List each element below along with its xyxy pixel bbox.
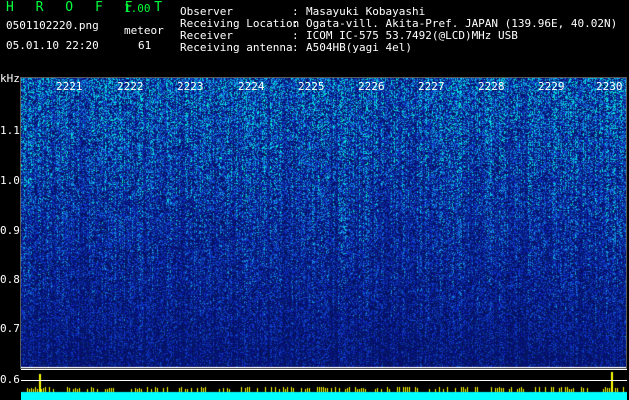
- y-tick-label-0-6: 0.6: [0, 373, 20, 386]
- y-tick-label-1-1: 1.1: [0, 124, 20, 137]
- time-tick-2229: 2229: [538, 80, 565, 93]
- time-tick-2228: 2228: [478, 80, 505, 93]
- time-tick-2221: 2221: [56, 80, 83, 93]
- hroffft-window: H R O F F T 1.00 0501102220.png meteor 0…: [0, 0, 629, 400]
- time-tick-2227: 2227: [418, 80, 445, 93]
- datetime-label: 05.01.10 22:20: [6, 39, 99, 52]
- time-tick-2225: 2225: [298, 80, 325, 93]
- y-tick-label-0-7: 0.7: [0, 322, 20, 335]
- app-version: 1.00: [124, 2, 151, 15]
- meteor-count-strip: [21, 370, 627, 400]
- spectrogram-canvas: [21, 78, 627, 368]
- y-axis-unit: kHz: [0, 72, 20, 85]
- y-tick-label-0-9: 0.9: [0, 224, 20, 237]
- strip-mid-line: [21, 380, 627, 381]
- time-tick-2230: 2230: [596, 80, 623, 93]
- meteor-count: 61: [138, 39, 152, 52]
- field-antenna-sep: :: [292, 41, 299, 54]
- field-antenna-value: A504HB(yagi 4el): [306, 41, 412, 54]
- time-tick-2226: 2226: [358, 80, 385, 93]
- field-antenna-label: Receiving antenna: [180, 41, 293, 54]
- filename-label: 0501102220.png: [6, 19, 99, 32]
- y-tick-label-0-8: 0.8: [0, 273, 20, 286]
- time-tick-2224: 2224: [238, 80, 265, 93]
- y-tick-label-1-0: 1.0: [0, 174, 20, 187]
- meteor-label: meteor: [124, 24, 164, 37]
- time-tick-2222: 2222: [117, 80, 144, 93]
- time-tick-2223: 2223: [177, 80, 204, 93]
